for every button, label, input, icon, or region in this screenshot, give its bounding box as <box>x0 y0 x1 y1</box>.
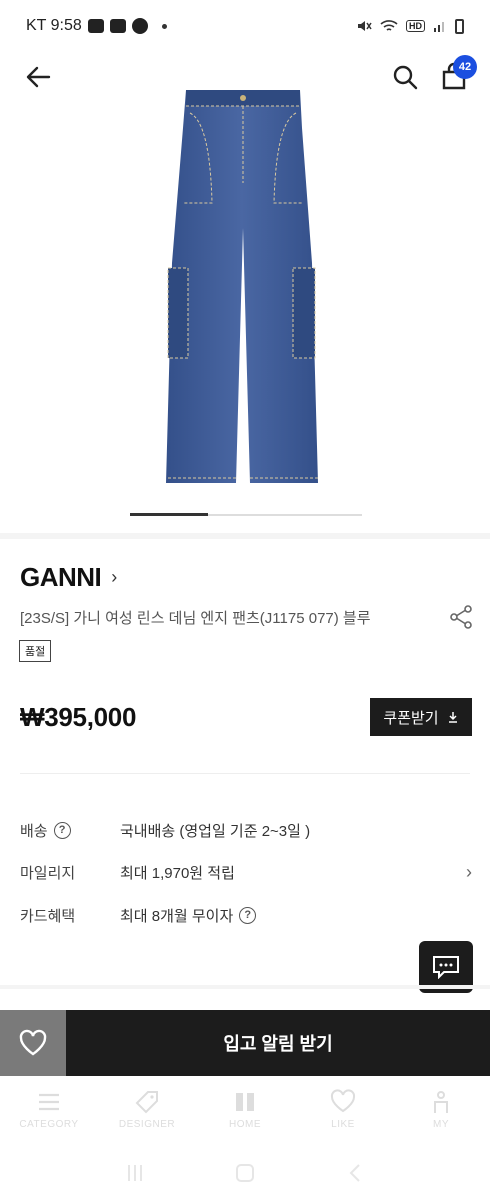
tab-designer[interactable]: DESIGNER <box>98 1078 196 1140</box>
signal-icon <box>434 22 444 32</box>
person-icon <box>434 1090 448 1113</box>
recent-apps-icon[interactable] <box>124 1162 146 1184</box>
status-bar: KT 9:58 HD <box>0 0 490 52</box>
mute-icon <box>358 21 372 31</box>
status-left: KT 9:58 <box>26 17 167 35</box>
tag-icon <box>135 1090 158 1113</box>
help-icon[interactable]: ? <box>53 821 71 839</box>
hd-badge: HD <box>406 20 425 32</box>
brand-link[interactable]: GANNI › <box>20 562 117 593</box>
brand-name: GANNI <box>20 562 102 592</box>
heart-icon <box>19 1029 47 1056</box>
heart-icon <box>330 1088 356 1112</box>
card-benefit-row: 카드혜택 최대 8개월 무이자 ? <box>20 903 472 927</box>
tab-label: HOME <box>229 1118 261 1130</box>
share-icon[interactable] <box>448 604 474 630</box>
mileage-row[interactable]: 마일리지 최대 1,970원 적립 › <box>20 860 472 884</box>
mileage-value: 최대 1,970원 적립 <box>120 864 235 882</box>
tab-label: MY <box>433 1118 449 1130</box>
shipping-row: 배송 ? 국내배송 (영업일 기준 2~3일 ) <box>20 818 472 842</box>
carousel-indicator-active <box>130 513 208 516</box>
home-circle-icon[interactable] <box>234 1162 256 1184</box>
shipping-label: 배송 <box>20 822 48 840</box>
youtube-icon <box>109 19 126 33</box>
tab-my[interactable]: MY <box>392 1078 490 1140</box>
carrier-time: KT 9:58 <box>26 17 82 34</box>
section-divider <box>0 985 490 989</box>
notification-icon <box>87 19 104 33</box>
soldout-badge: 품절 <box>19 640 52 662</box>
battery-icon <box>455 18 464 34</box>
chevron-right-icon[interactable]: › <box>466 862 472 883</box>
chat-icon <box>433 956 459 979</box>
search-icon[interactable] <box>390 62 420 92</box>
tab-like[interactable]: LIKE <box>294 1078 392 1140</box>
chevron-right-icon: › <box>111 567 117 587</box>
more-notifications-icon <box>161 23 167 29</box>
tab-category[interactable]: CATEGORY <box>0 1078 98 1140</box>
chat-notification-icon <box>131 18 148 34</box>
tab-label: CATEGORY <box>19 1118 79 1130</box>
bottom-action-bar: 입고 알림 받기 <box>0 1010 490 1076</box>
menu-icon <box>39 1093 59 1110</box>
bottom-tab-bar: CATEGORY DESIGNER HOME LIKE MY <box>0 1078 490 1140</box>
coupon-download-button[interactable]: 쿠폰받기 <box>370 698 472 736</box>
card-benefit-label: 카드혜택 <box>20 907 76 925</box>
shipping-label-group: 배송 ? <box>20 820 120 841</box>
back-nav-icon[interactable] <box>344 1162 366 1184</box>
back-arrow-icon[interactable] <box>24 62 54 92</box>
coupon-label: 쿠폰받기 <box>383 709 439 727</box>
product-price: ₩395,000 <box>20 702 137 732</box>
tab-home[interactable]: HOME <box>196 1078 294 1140</box>
card-benefit-value: 최대 8개월 무이자 <box>120 907 234 925</box>
mileage-label: 마일리지 <box>20 864 76 882</box>
cart-count-badge: 42 <box>453 55 477 79</box>
tab-label: LIKE <box>331 1118 355 1130</box>
wishlist-button[interactable] <box>0 1010 66 1076</box>
tab-label: DESIGNER <box>118 1118 176 1130</box>
product-image[interactable] <box>150 88 335 488</box>
home-icon <box>236 1092 254 1111</box>
help-icon[interactable]: ? <box>239 906 257 924</box>
status-right: HD <box>356 18 464 34</box>
download-icon <box>448 712 457 723</box>
shipping-value: 국내배송 (영업일 기준 2~3일 ) <box>120 822 311 840</box>
restock-notify-button[interactable]: 입고 알림 받기 <box>66 1010 490 1076</box>
system-navigation-bar <box>0 1145 490 1200</box>
product-title: [23S/S] 가니 여성 린스 데님 엔지 팬츠(J1175 077) 블루 <box>20 610 371 627</box>
divider <box>20 773 470 774</box>
section-divider <box>0 533 490 539</box>
card-benefit-value-group: 최대 8개월 무이자 ? <box>120 905 257 926</box>
wifi-icon <box>380 20 398 31</box>
